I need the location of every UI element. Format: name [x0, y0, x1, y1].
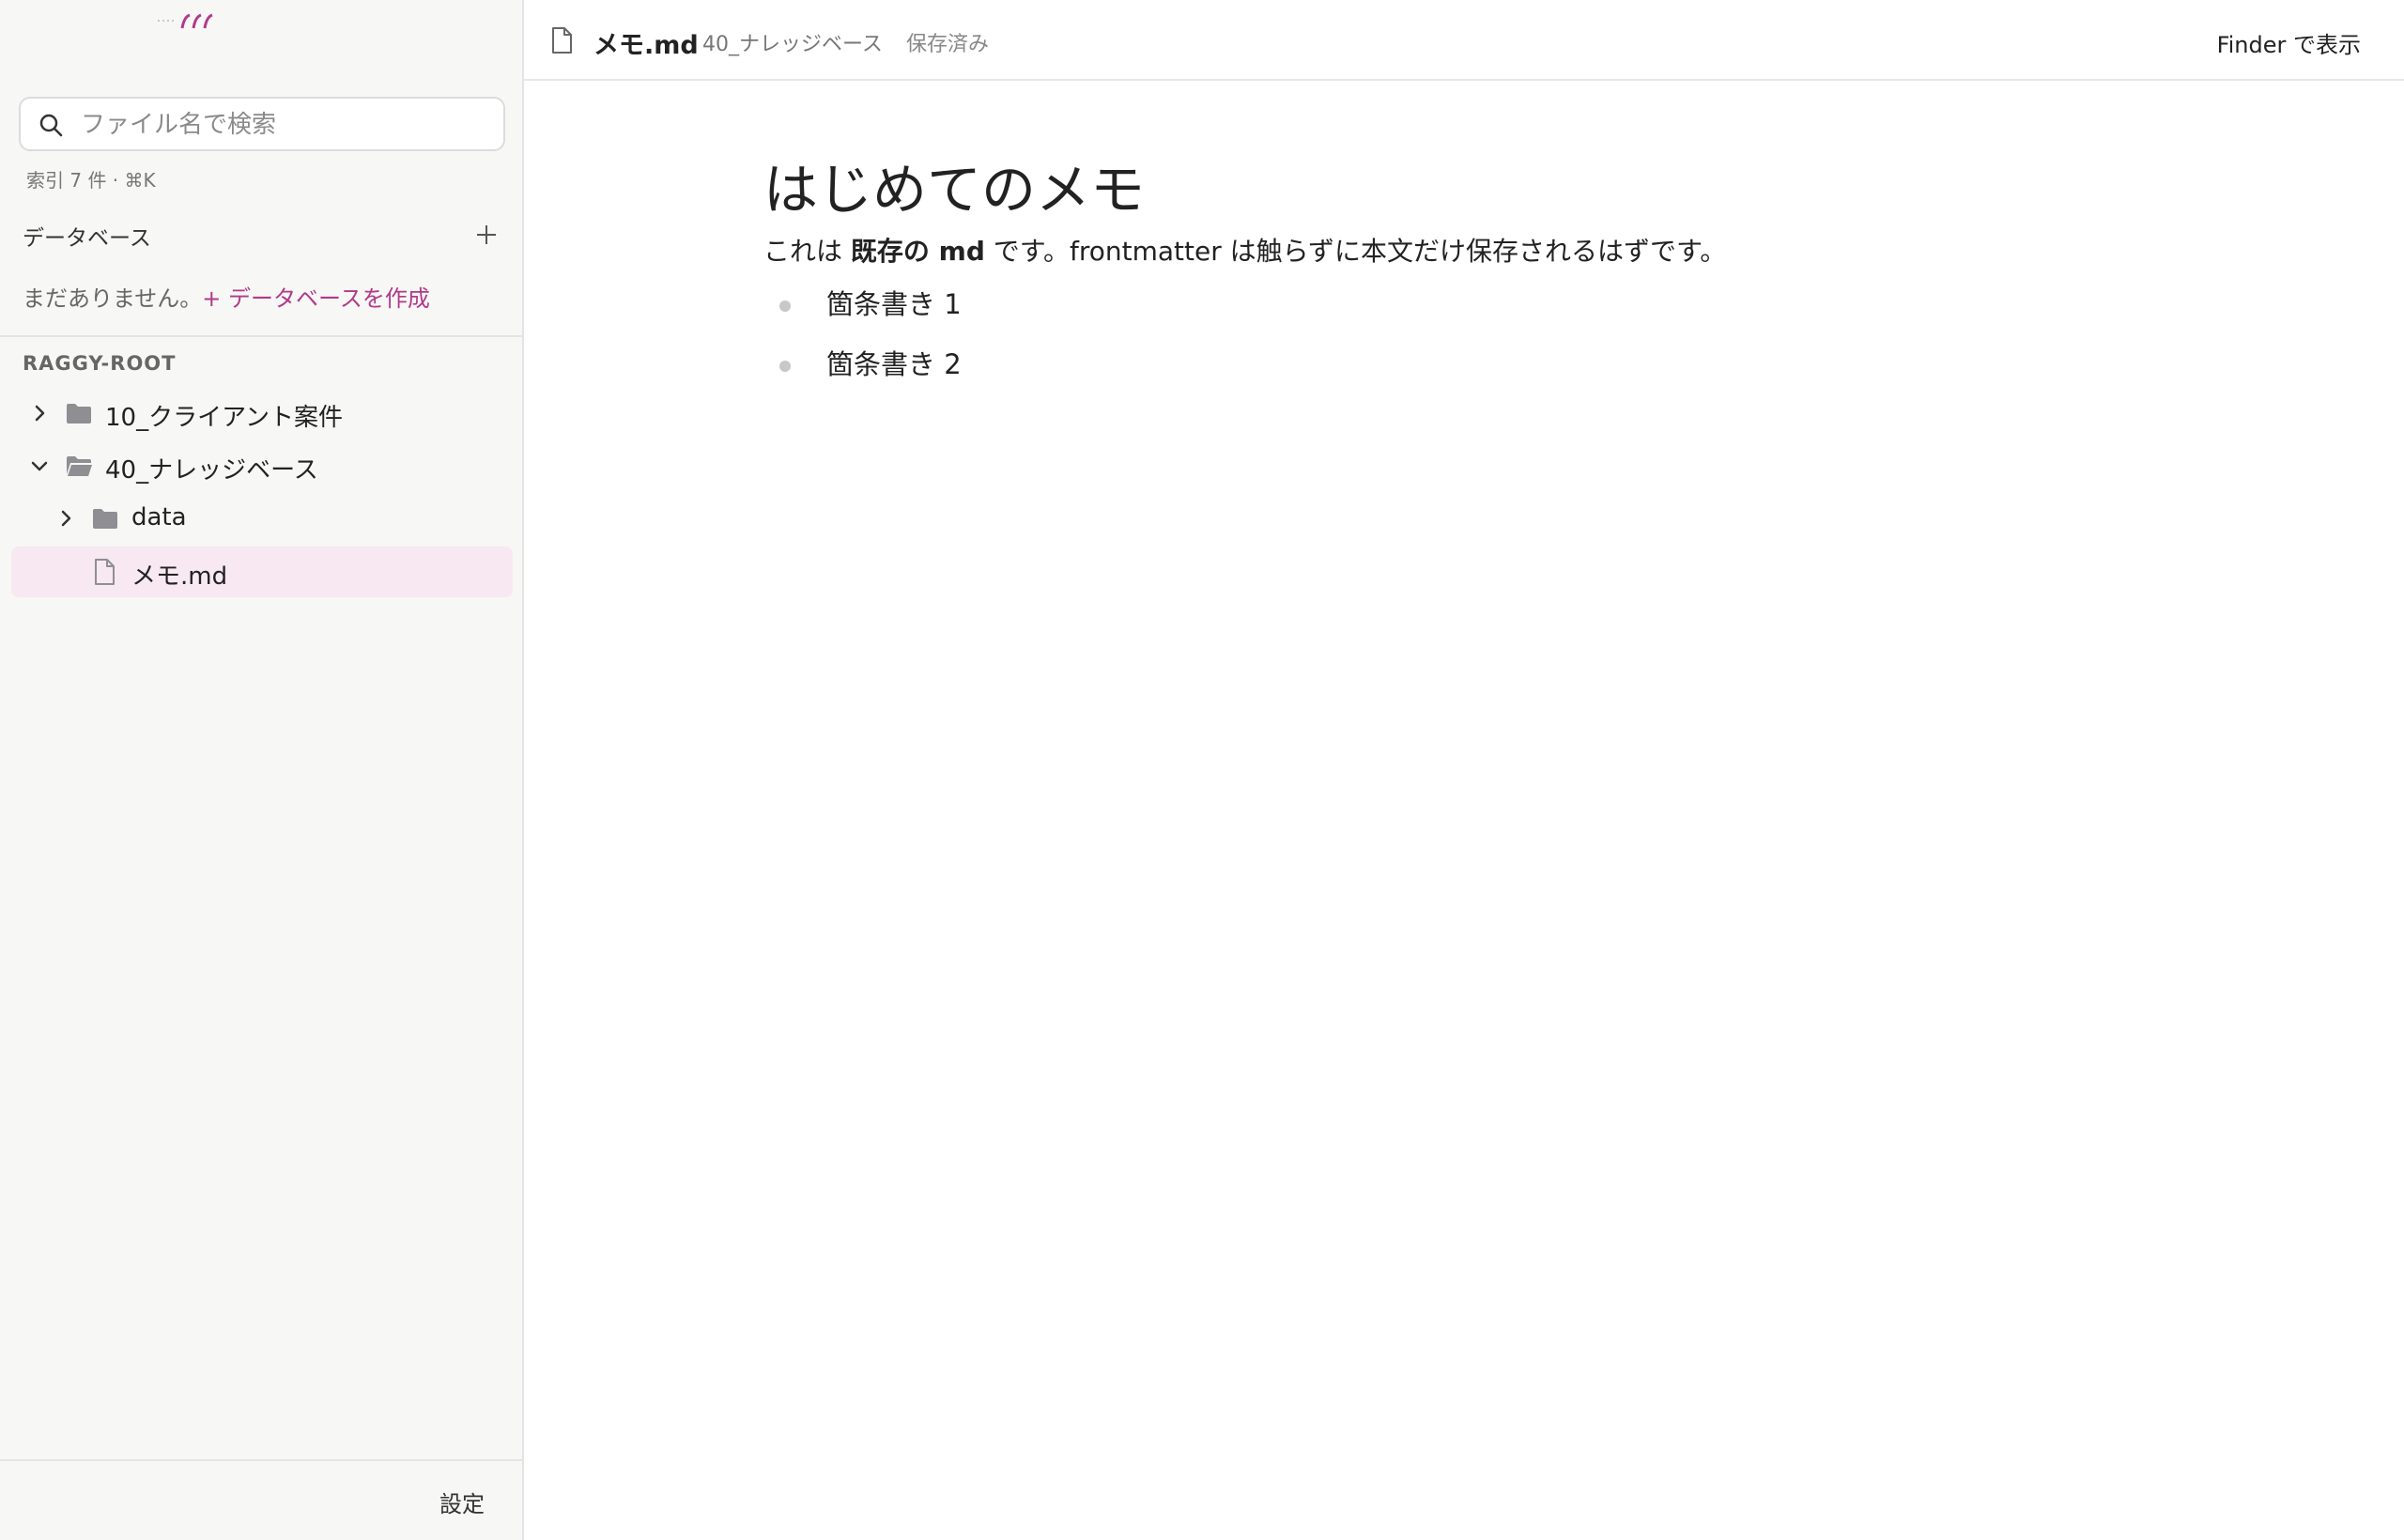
editor-header: メモ.md 40_ナレッジベース 保存済み Finder で表示	[524, 0, 2404, 81]
tree-item-folder[interactable]: 10_クライアント案件	[11, 388, 513, 439]
bullet-item[interactable]: 箇条書き 1	[763, 280, 2266, 340]
folder-icon	[93, 509, 117, 529]
sidebar-footer-divider	[0, 1459, 522, 1461]
database-empty-message: まだありません。+ データベースを作成	[23, 280, 430, 313]
tree-item-label: メモ.md	[131, 562, 228, 591]
database-empty-text: まだありません。	[23, 285, 203, 312]
bullet-text: 箇条書き 1	[826, 288, 962, 320]
paragraph-bold-text: 既存の md	[850, 236, 985, 267]
paragraph-text-end: です。frontmatter は触らずに本文だけ保存されるはずです。	[984, 236, 1727, 267]
chevron-right-icon[interactable]	[54, 507, 77, 530]
tree-item-label: 10_クライアント案件	[105, 404, 344, 432]
sidebar: 索引 7 件 · ⌘K データベース まだありません。+ データベースを作成 R…	[0, 0, 524, 1540]
show-in-finder-button[interactable]: Finder で表示	[2217, 26, 2361, 59]
folder-open-icon	[67, 456, 92, 476]
plus-icon[interactable]	[471, 220, 501, 250]
index-hint: 索引 7 件 · ⌘K	[26, 169, 156, 192]
tree-item-folder[interactable]: data	[11, 493, 513, 544]
document-title[interactable]: はじめてのメモ	[763, 150, 2266, 229]
database-section-title: データベース	[23, 226, 151, 251]
chevron-right-icon[interactable]	[28, 402, 51, 424]
tree-item-file[interactable]: メモ.md	[11, 547, 513, 597]
logo-icon	[158, 13, 213, 29]
file-icon	[95, 559, 115, 585]
bullet-list: 箇条書き 1 箇条書き 2	[763, 280, 2266, 400]
chevron-down-icon[interactable]	[28, 454, 51, 477]
sidebar-divider	[0, 335, 522, 337]
create-database-link[interactable]: + データベースを作成	[202, 285, 430, 312]
tree-item-folder[interactable]: 40_ナレッジベース	[11, 440, 513, 491]
document-paragraph[interactable]: これは 既存の md です。frontmatter は触らずに本文だけ保存される…	[763, 233, 2266, 270]
file-icon	[552, 27, 572, 54]
editor-content[interactable]: はじめてのメモ これは 既存の md です。frontmatter は触らずに本…	[763, 150, 2266, 400]
tree-item-label: 40_ナレッジベース	[105, 456, 318, 485]
save-status: 保存済み	[906, 33, 990, 56]
current-file-name: メモ.md	[593, 31, 699, 60]
bullet-item[interactable]: 箇条書き 2	[763, 340, 2266, 400]
folder-icon	[67, 404, 91, 424]
search-box[interactable]	[19, 97, 505, 151]
root-label: RAGGY-ROOT	[23, 352, 177, 375]
tree-item-label: data	[131, 503, 187, 531]
search-icon	[39, 114, 63, 137]
bullet-text: 箇条書き 2	[826, 348, 962, 380]
settings-button[interactable]: 設定	[439, 1486, 485, 1518]
current-file-path: 40_ナレッジベース	[702, 33, 883, 56]
bullet-dot-icon	[779, 300, 791, 312]
search-input[interactable]	[79, 106, 486, 144]
paragraph-text-start: これは	[763, 236, 851, 267]
bullet-dot-icon	[779, 361, 791, 372]
